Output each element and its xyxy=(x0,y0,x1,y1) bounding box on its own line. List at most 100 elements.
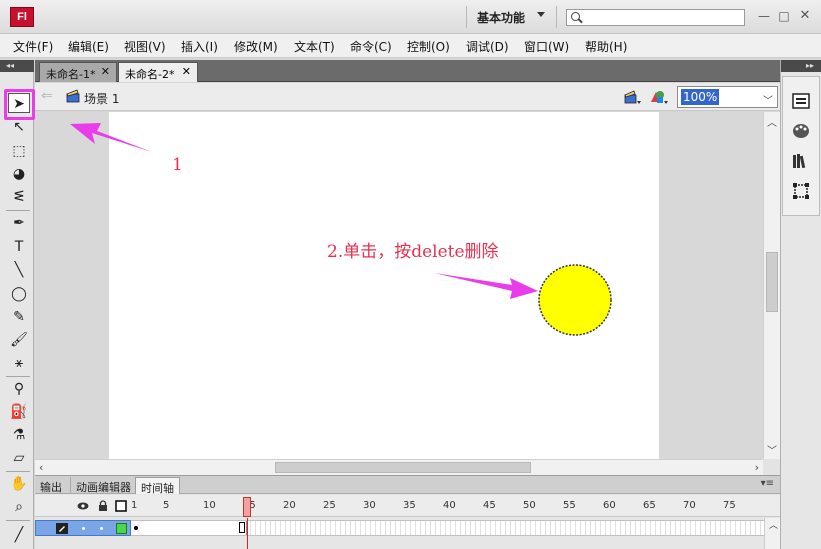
keyframe[interactable] xyxy=(134,526,138,530)
menu-text[interactable]: 文本(T) xyxy=(294,38,335,55)
collapse-toolbar-icon[interactable]: ◂◂ xyxy=(0,60,34,72)
back-arrow-icon[interactable]: ⇐ xyxy=(41,88,53,104)
eyedropper-icon[interactable]: ⚗ xyxy=(8,425,30,445)
expand-panels-icon[interactable]: ▸▸ xyxy=(781,60,821,72)
scroll-down-icon[interactable]: ﹀ xyxy=(767,442,777,457)
free-transform-icon[interactable]: ⬚ xyxy=(8,141,30,161)
selection-tool-highlight xyxy=(4,89,35,120)
tab-motion-editor[interactable]: 动画编辑器 xyxy=(70,477,136,494)
zoom-icon[interactable]: ⌕ xyxy=(8,497,30,517)
eraser-icon[interactable]: ▱ xyxy=(8,448,30,468)
scroll-right-icon[interactable]: › xyxy=(755,461,759,474)
menu-edit[interactable]: 编辑(E) xyxy=(68,38,109,55)
menu-bar: 文件(F) 编辑(E) 视图(V) 插入(I) 修改(M) 文本(T) 命令(C… xyxy=(0,34,821,58)
deco-icon[interactable]: ⚹ xyxy=(8,353,30,373)
bone-icon[interactable]: ⚲ xyxy=(8,379,30,399)
flash-logo: Fl xyxy=(10,7,34,27)
tools-panel: ◂◂ ➤ ↖ ⬚ ◕ ᓬ ✒ T ╲ ◯ ✎ 🖌 ⚹ ⚲ ⛽ ⚗ ▱ ✋ ⌕ ╱ xyxy=(0,60,34,549)
frame-span[interactable] xyxy=(131,521,247,535)
close-button[interactable]: ✕ xyxy=(797,8,813,24)
properties-icon[interactable] xyxy=(791,91,811,111)
end-frame[interactable] xyxy=(239,522,245,533)
pencil-icon[interactable]: ✎ xyxy=(8,307,30,327)
layer-row[interactable] xyxy=(35,520,131,536)
subselection-arrow-icon[interactable]: ↖ xyxy=(8,117,30,137)
minimize-button[interactable]: — xyxy=(756,8,772,24)
right-panel-dock: ▸▸ xyxy=(780,60,821,549)
menu-insert[interactable]: 插入(I) xyxy=(181,38,218,55)
maximize-button[interactable]: □ xyxy=(776,8,792,24)
scroll-left-icon[interactable]: ‹ xyxy=(39,461,43,474)
menu-control[interactable]: 控制(O) xyxy=(407,38,450,55)
lasso-icon[interactable]: ᓬ xyxy=(8,187,30,207)
edit-scene-icon[interactable] xyxy=(623,88,641,106)
3d-rotation-icon[interactable]: ◕ xyxy=(8,164,30,184)
menu-debug[interactable]: 调试(D) xyxy=(466,38,509,55)
annotation-step-2: 2.单击，按delete删除 xyxy=(327,242,499,262)
pen-icon[interactable]: ✒ xyxy=(8,213,30,233)
layer-lock-dot[interactable] xyxy=(100,527,103,530)
yellow-circle[interactable] xyxy=(537,263,613,337)
menu-view[interactable]: 视图(V) xyxy=(124,38,166,55)
close-icon[interactable]: ✕ xyxy=(101,65,110,78)
frame-number: 5 xyxy=(163,500,170,511)
line-icon[interactable]: ╲ xyxy=(8,260,30,280)
lock-icon[interactable] xyxy=(97,500,109,512)
workspace-switcher-label[interactable]: 基本功能 xyxy=(477,9,525,26)
tab-untitled-1[interactable]: 未命名-1* ✕ xyxy=(39,62,117,82)
color-palette-icon[interactable] xyxy=(791,121,811,141)
scroll-thumb[interactable] xyxy=(766,252,778,312)
menu-commands[interactable]: 命令(C) xyxy=(350,38,392,55)
menu-window[interactable]: 窗口(W) xyxy=(524,38,569,55)
text-icon[interactable]: T xyxy=(8,237,30,257)
vertical-scrollbar[interactable]: ︿ ﹀ xyxy=(763,112,780,459)
playhead[interactable] xyxy=(243,497,251,517)
horizontal-scrollbar[interactable]: ‹ › xyxy=(35,459,763,475)
menu-modify[interactable]: 修改(M) xyxy=(234,38,278,55)
annotation-step-1: 1 xyxy=(172,155,183,175)
panel-menu-icon[interactable]: ▾≡ xyxy=(761,478,774,489)
transform-icon[interactable] xyxy=(791,181,811,201)
timeline-scrollbar[interactable]: ︿ xyxy=(764,518,780,549)
tab-output[interactable]: 输出 xyxy=(35,477,67,494)
scroll-thumb[interactable] xyxy=(275,462,531,473)
tab-untitled-2[interactable]: 未命名-2* ✕ xyxy=(118,62,198,82)
tab-timeline[interactable]: 时间轴 xyxy=(135,477,180,495)
zoom-select[interactable]: 100% ﹀ xyxy=(677,86,778,108)
stage[interactable] xyxy=(109,112,659,459)
title-separator xyxy=(466,6,467,28)
chevron-down-icon[interactable] xyxy=(537,12,545,17)
layer-outline-color[interactable] xyxy=(116,523,127,534)
stroke-color-icon[interactable]: ╱ xyxy=(8,525,30,545)
hand-icon[interactable]: ✋ xyxy=(8,474,30,494)
help-search-input[interactable] xyxy=(566,9,745,26)
zoom-value: 100% xyxy=(681,89,720,105)
menu-help[interactable]: 帮助(H) xyxy=(585,38,627,55)
menu-file[interactable]: 文件(F) xyxy=(13,38,53,55)
edit-symbols-icon[interactable] xyxy=(649,88,669,106)
eye-icon[interactable] xyxy=(77,500,89,512)
frame-number: 35 xyxy=(403,500,416,511)
layer-frames[interactable] xyxy=(131,520,764,536)
timeline-panel: 输出 动画编辑器 时间轴 ▾≡ 1 5 10 15 20 25 30 35 40… xyxy=(35,475,780,549)
oval-icon[interactable]: ◯ xyxy=(8,284,30,304)
frame-number: 30 xyxy=(363,500,376,511)
document-tabs: 未命名-1* ✕ 未命名-2* ✕ xyxy=(35,60,780,82)
chevron-down-icon[interactable]: ﹀ xyxy=(763,92,773,107)
close-icon[interactable]: ✕ xyxy=(182,65,191,78)
brush-icon[interactable]: 🖌 xyxy=(8,330,30,350)
scroll-up-icon[interactable]: ︿ xyxy=(769,518,778,531)
toolbar-separator xyxy=(6,471,30,472)
frame-number: 55 xyxy=(563,500,576,511)
toolbar-separator xyxy=(6,376,30,377)
frame-number: 25 xyxy=(323,500,336,511)
scroll-up-icon[interactable]: ︿ xyxy=(767,114,777,129)
paint-bucket-icon[interactable]: ⛽ xyxy=(8,402,30,422)
bottom-panel-tabs: 输出 动画编辑器 时间轴 ▾≡ xyxy=(35,476,780,495)
pencil-icon xyxy=(56,523,68,534)
pasteboard[interactable] xyxy=(35,112,763,459)
layer-visibility-dot[interactable] xyxy=(82,527,85,530)
library-icon[interactable] xyxy=(791,151,811,171)
playhead-line xyxy=(247,518,248,549)
outline-icon[interactable] xyxy=(115,500,127,512)
